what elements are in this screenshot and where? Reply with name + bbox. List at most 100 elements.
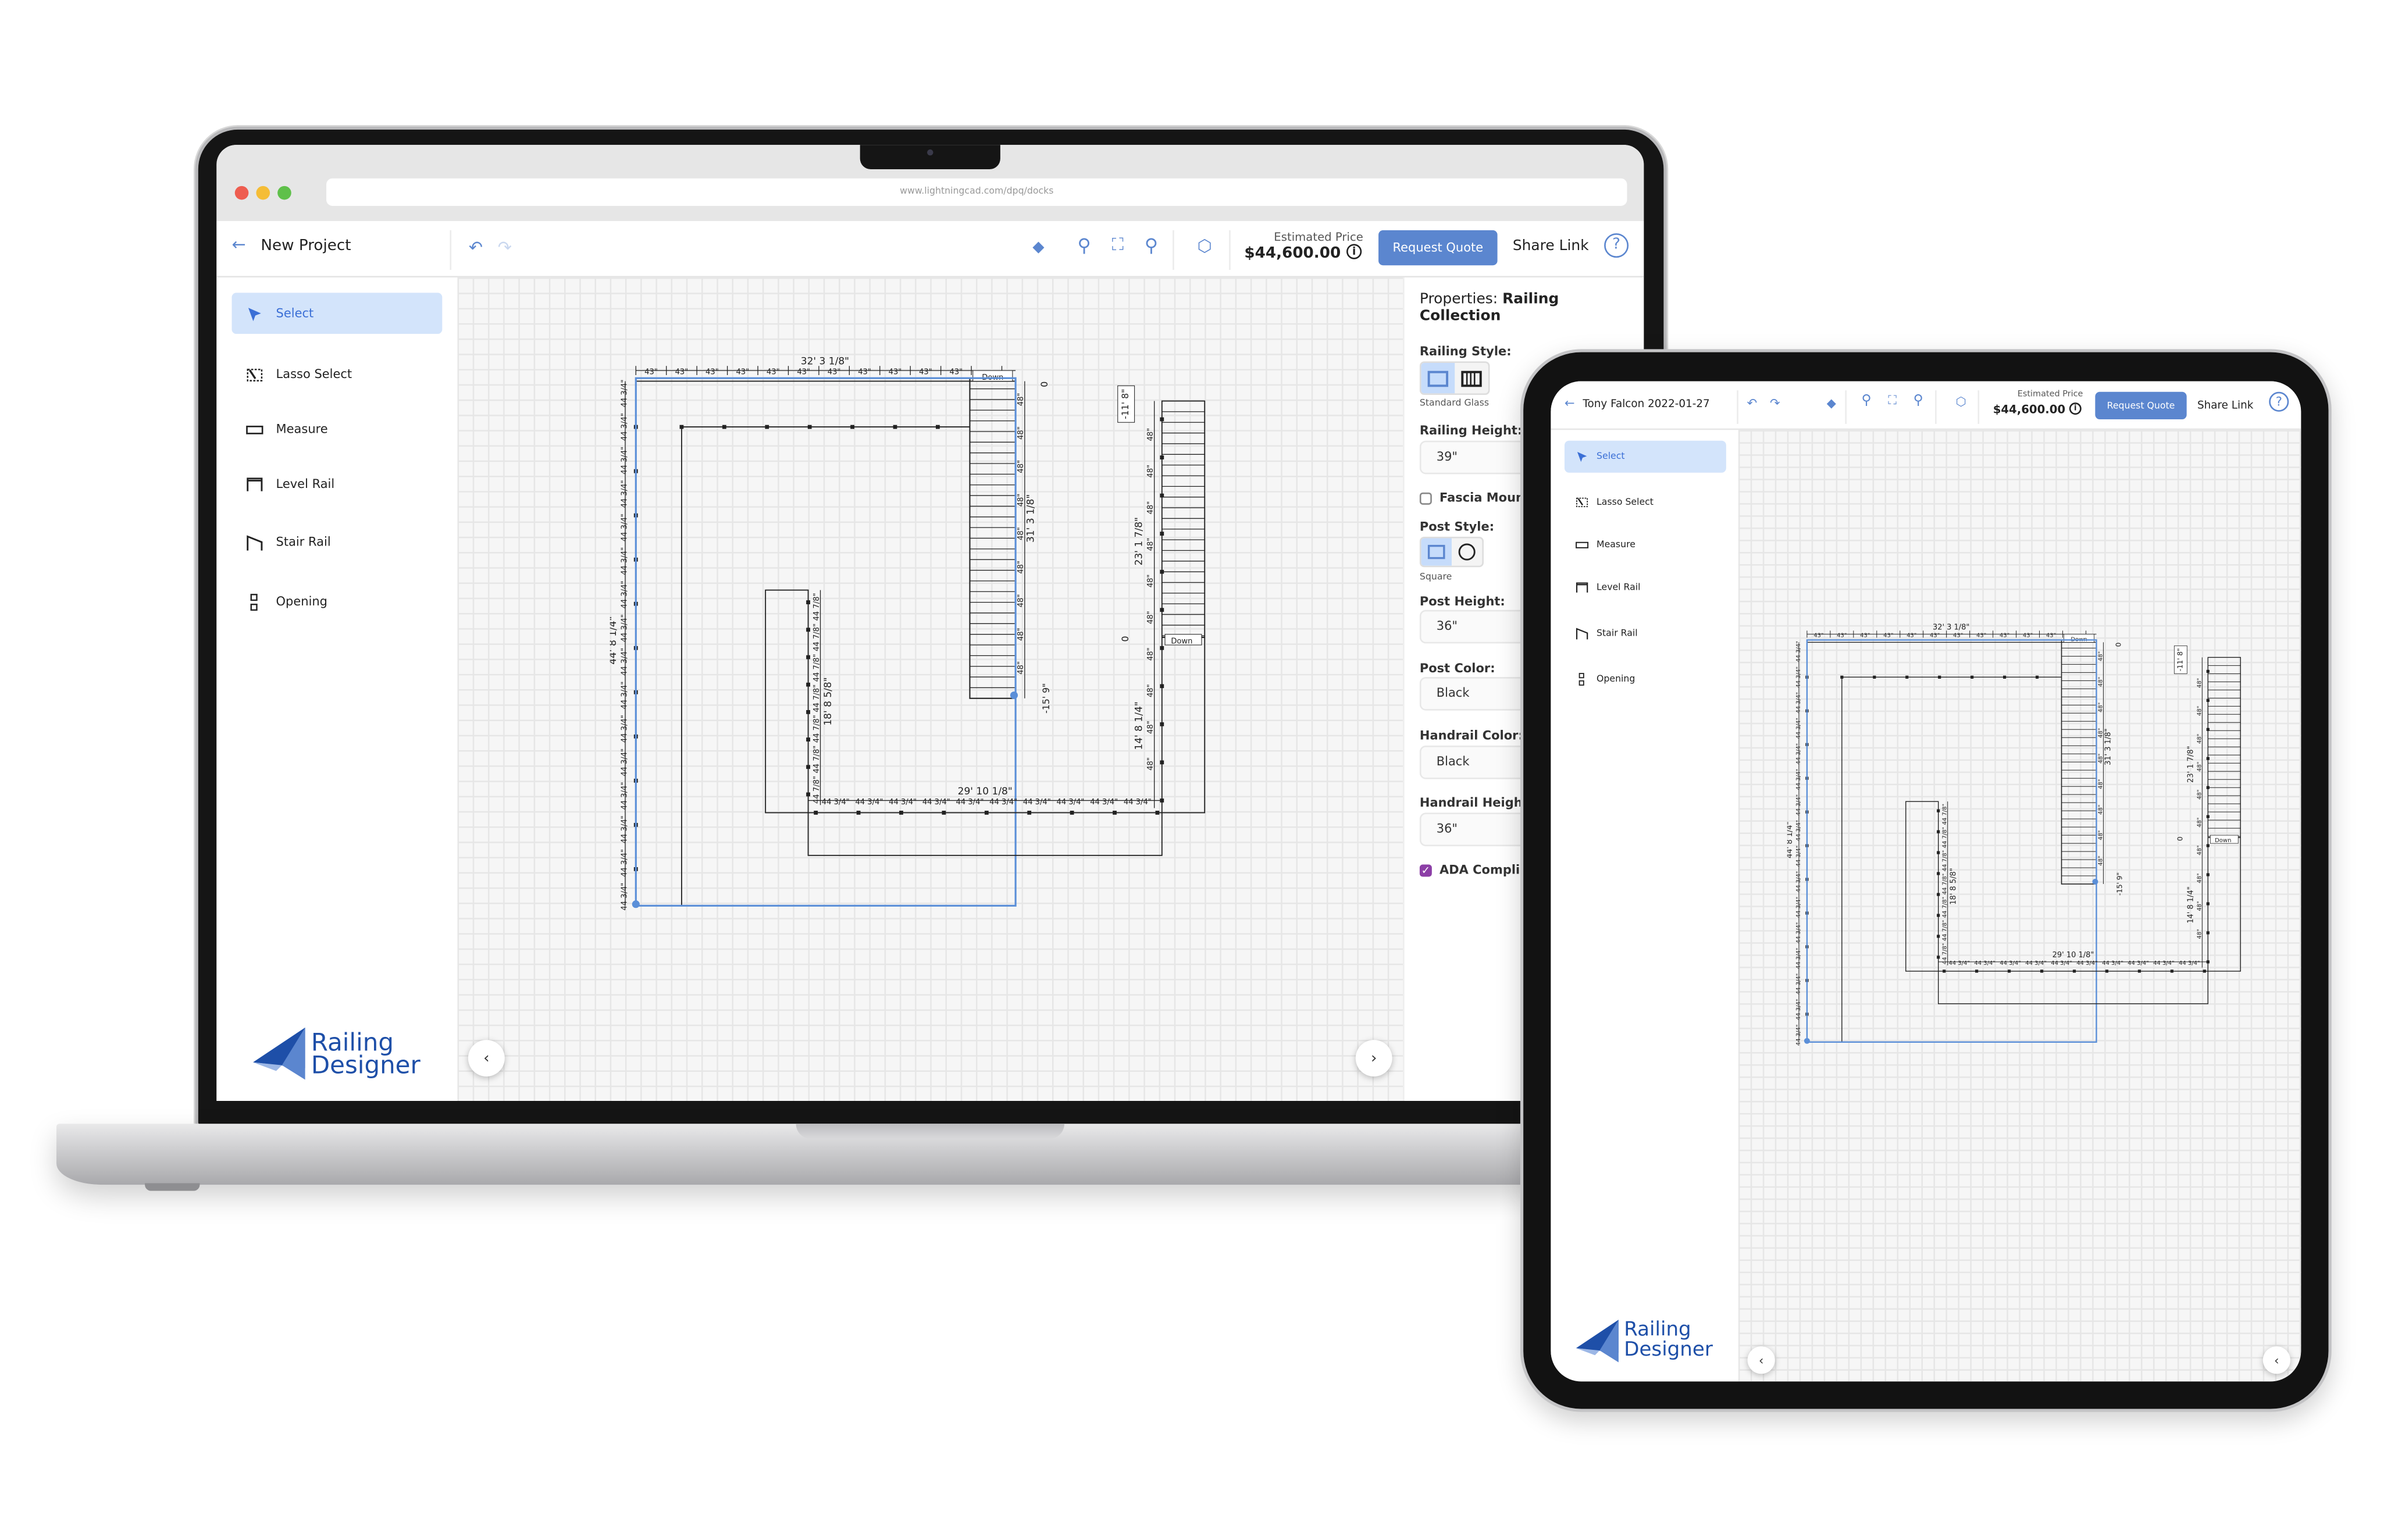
help-icon[interactable]: ?	[2269, 391, 2289, 412]
railing-post[interactable]	[1160, 532, 1164, 536]
inner-bottom-railing[interactable]	[807, 812, 1163, 856]
railing-post[interactable]	[1113, 811, 1117, 815]
layers-icon[interactable]: ◆	[1824, 395, 1839, 410]
maximize-window-dot[interactable]	[277, 186, 291, 200]
fit-to-screen-icon[interactable]: ⛶	[1107, 235, 1128, 256]
railing-post[interactable]	[1160, 455, 1164, 459]
railing-plan-drawing[interactable]: 43" 43" 43" 43" 43" 43" 43" 43" 43" 43" 43" 32' 3 1…	[1786, 619, 2253, 1049]
sidebar-item-measure[interactable]: Measure	[232, 409, 443, 450]
sidebar-item-stair-rail[interactable]: Stair Rail	[232, 522, 443, 563]
railing-post[interactable]	[1155, 811, 1160, 815]
sidebar-item-stair-rail[interactable]: Stair Rail	[1565, 618, 1726, 650]
railing-post[interactable]	[856, 811, 861, 815]
share-link-button[interactable]: Share Link	[2197, 400, 2253, 412]
sidebar-item-select[interactable]: Select	[231, 293, 443, 334]
inner-right-railing[interactable]	[2207, 657, 2241, 972]
address-bar[interactable]: www.lightningcad.com/dpq/docks	[326, 178, 1627, 206]
railing-post[interactable]	[1938, 675, 1941, 679]
railing-post[interactable]	[1937, 956, 1940, 959]
collapse-sidebar-button[interactable]: ‹	[1747, 1346, 1775, 1374]
request-quote-button[interactable]: Request Quote	[1378, 230, 1498, 266]
railing-post[interactable]	[806, 765, 810, 769]
railing-post[interactable]	[2206, 669, 2210, 673]
railing-post[interactable]	[1160, 646, 1164, 650]
railing-post[interactable]	[1840, 675, 1844, 679]
railing-post[interactable]	[1937, 830, 1940, 833]
railing-post[interactable]	[2206, 873, 2210, 876]
railing-post[interactable]	[1905, 675, 1909, 679]
collapse-sidebar-button[interactable]: ‹	[468, 1040, 505, 1076]
railing-post[interactable]	[899, 811, 903, 815]
railing-post[interactable]	[1160, 722, 1164, 726]
selection-handle[interactable]	[632, 900, 640, 908]
railing-post[interactable]	[2170, 969, 2173, 973]
railing-post[interactable]	[942, 811, 946, 815]
railing-post[interactable]	[2105, 969, 2109, 973]
inner-left-railing[interactable]	[765, 589, 809, 814]
railing-post[interactable]	[1937, 935, 1940, 938]
railing-post[interactable]	[2206, 698, 2210, 702]
sidebar-item-select[interactable]: Select	[1564, 440, 1726, 473]
expand-panel-button[interactable]: ‹	[2262, 1346, 2290, 1374]
railing-post[interactable]	[2040, 969, 2044, 973]
3d-view-cube-icon[interactable]: ⬡	[1194, 235, 1216, 256]
info-icon[interactable]: i	[1346, 244, 1362, 259]
round-post-option[interactable]	[1452, 538, 1482, 565]
railing-post[interactable]	[1160, 608, 1164, 612]
railing-post[interactable]	[2203, 969, 2206, 973]
railing-post[interactable]	[1975, 969, 1979, 973]
redo-icon[interactable]: ↷	[494, 236, 515, 258]
railing-post[interactable]	[806, 737, 810, 742]
inner-left-railing[interactable]	[1905, 801, 1939, 972]
railing-post[interactable]	[1937, 872, 1940, 875]
zoom-out-icon[interactable]: ⚲	[1074, 235, 1095, 256]
railing-plan-drawing[interactable]: 43" 43" 43" 43" 43" 43" 43" 43" 43" 43" 43" 32' 3 1…	[607, 351, 1220, 915]
railing-post[interactable]	[679, 425, 684, 429]
railing-post[interactable]	[1937, 914, 1940, 917]
railing-post[interactable]	[2007, 969, 2011, 973]
share-link-button[interactable]: Share Link	[1513, 238, 1589, 255]
railing-post[interactable]	[806, 600, 810, 605]
railing-post[interactable]	[850, 425, 854, 429]
close-window-dot[interactable]	[234, 186, 249, 200]
railing-post[interactable]	[2137, 969, 2141, 973]
railing-post[interactable]	[1027, 811, 1032, 815]
railing-post[interactable]	[806, 682, 810, 687]
railing-post[interactable]	[1160, 760, 1164, 765]
inner-bottom-railing[interactable]	[1937, 971, 2208, 1004]
zoom-in-icon[interactable]: ⚲	[1911, 393, 1926, 408]
sidebar-item-lasso-select[interactable]: Lasso Select	[232, 354, 443, 395]
square-post-option[interactable]	[1421, 538, 1452, 566]
undo-icon[interactable]: ↶	[465, 236, 487, 258]
layers-icon[interactable]: ◆	[1028, 236, 1049, 258]
minimize-window-dot[interactable]	[256, 186, 270, 200]
arrow-left-icon[interactable]: ←	[1565, 397, 1575, 411]
selection-handle[interactable]	[1010, 691, 1018, 700]
sidebar-item-level-rail[interactable]: Level Rail	[232, 464, 443, 505]
help-icon[interactable]: ?	[1604, 233, 1629, 258]
railing-post[interactable]	[2206, 902, 2210, 906]
railing-post[interactable]	[1160, 684, 1164, 689]
railing-post[interactable]	[1160, 417, 1164, 422]
railing-post[interactable]	[1937, 893, 1940, 896]
railing-post[interactable]	[806, 628, 810, 632]
redo-icon[interactable]: ↷	[1768, 395, 1783, 410]
selection-handle[interactable]	[2092, 879, 2098, 885]
sidebar-item-measure[interactable]: Measure	[1565, 529, 1726, 561]
railing-post[interactable]	[806, 710, 810, 714]
railing-post[interactable]	[893, 425, 897, 429]
railing-post[interactable]	[1937, 851, 1940, 854]
inner-right-railing[interactable]	[1161, 400, 1206, 814]
railing-post[interactable]	[935, 425, 940, 429]
railing-post[interactable]	[2206, 815, 2210, 818]
sidebar-item-lasso-select[interactable]: Lasso Select	[1565, 486, 1726, 518]
expand-properties-button[interactable]: ›	[1355, 1040, 1392, 1076]
undo-icon[interactable]: ↶	[1744, 395, 1759, 410]
railing-post[interactable]	[2002, 675, 2007, 679]
railing-post[interactable]	[722, 425, 726, 429]
picket-style-option[interactable]	[1455, 363, 1488, 393]
railing-post[interactable]	[2206, 931, 2210, 935]
sidebar-item-opening[interactable]: Opening	[232, 581, 443, 622]
3d-view-cube-icon[interactable]: ⬡	[1954, 393, 1969, 408]
railing-post[interactable]	[2035, 675, 2039, 679]
